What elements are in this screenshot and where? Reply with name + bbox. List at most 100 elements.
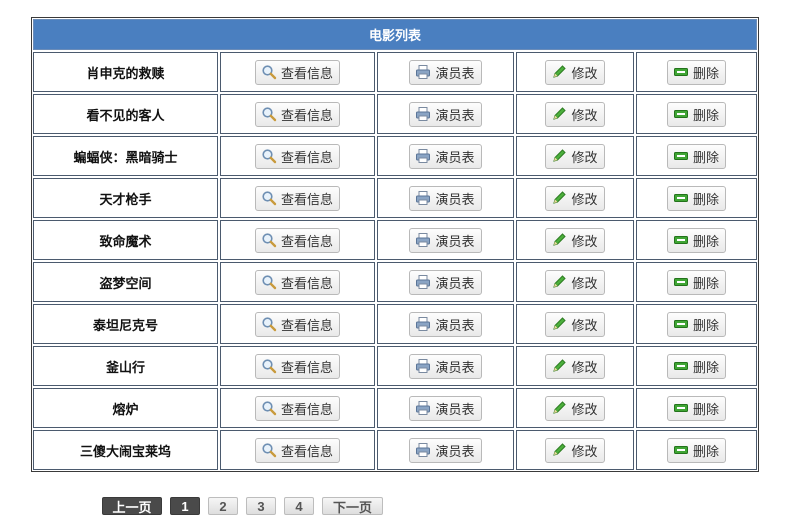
cast-list-button-label: 演员表 <box>435 149 475 165</box>
view-info-button-label: 查看信息 <box>280 275 333 291</box>
view-info-button[interactable]: 查看信息 <box>254 227 340 253</box>
cast-list-button[interactable]: 演员表 <box>409 395 482 421</box>
delete-button[interactable]: 删除 <box>666 227 726 253</box>
view-info-button[interactable]: 查看信息 <box>254 395 340 421</box>
cast-list-button-label: 演员表 <box>435 233 475 249</box>
edit-cell: 修改 <box>516 178 634 218</box>
delete-cell: 删除 <box>636 346 757 386</box>
delete-button[interactable]: 删除 <box>666 437 726 463</box>
pagination: 上一页 1 2 3 4 下一页 <box>102 497 391 515</box>
edit-button[interactable]: 修改 <box>545 353 605 379</box>
edit-button[interactable]: 修改 <box>545 395 605 421</box>
edit-button[interactable]: 修改 <box>545 143 605 169</box>
delete-button[interactable]: 删除 <box>666 143 726 169</box>
edit-button[interactable]: 修改 <box>545 227 605 253</box>
movie-title: 盗梦空间 <box>33 262 218 302</box>
minus-icon <box>673 64 689 80</box>
cast-list-button[interactable]: 演员表 <box>409 227 482 253</box>
delete-button[interactable]: 删除 <box>666 101 726 127</box>
cast-list-button[interactable]: 演员表 <box>409 269 482 295</box>
view-info-button[interactable]: 查看信息 <box>254 185 340 211</box>
view-info-button-label: 查看信息 <box>280 359 333 375</box>
edit-button-label: 修改 <box>571 149 598 165</box>
info-cell: 查看信息 <box>220 430 375 470</box>
view-info-button[interactable]: 查看信息 <box>254 143 340 169</box>
delete-cell: 删除 <box>636 52 757 92</box>
minus-icon <box>673 358 689 374</box>
cast-list-button[interactable]: 演员表 <box>409 143 482 169</box>
minus-icon <box>673 106 689 122</box>
pencil-icon <box>551 316 567 332</box>
page-1-button[interactable]: 1 <box>170 497 200 515</box>
edit-cell: 修改 <box>516 304 634 344</box>
next-page-button[interactable]: 下一页 <box>322 497 383 515</box>
edit-button-label: 修改 <box>571 401 598 417</box>
view-info-button-label: 查看信息 <box>280 233 333 249</box>
info-cell: 查看信息 <box>220 220 375 260</box>
magnifier-icon <box>261 400 277 416</box>
table-row: 泰坦尼克号 查看信息 演员表 修改 删除 <box>33 304 757 344</box>
delete-button[interactable]: 删除 <box>666 185 726 211</box>
delete-button[interactable]: 删除 <box>666 269 726 295</box>
view-info-button[interactable]: 查看信息 <box>254 59 340 85</box>
edit-cell: 修改 <box>516 262 634 302</box>
page-2-button[interactable]: 2 <box>208 497 238 515</box>
delete-cell: 删除 <box>636 178 757 218</box>
edit-cell: 修改 <box>516 388 634 428</box>
page-3-button[interactable]: 3 <box>246 497 276 515</box>
delete-button[interactable]: 删除 <box>666 59 726 85</box>
delete-button[interactable]: 删除 <box>666 353 726 379</box>
prev-page-button[interactable]: 上一页 <box>102 497 162 515</box>
edit-cell: 修改 <box>516 220 634 260</box>
movie-table: 电影列表 肖申克的救赎 查看信息 演员表 修改 删除 看不见的客人 查看信息 演员表 修改 删除蝙… <box>31 17 759 472</box>
cast-list-button[interactable]: 演员表 <box>409 101 482 127</box>
pencil-icon <box>551 358 567 374</box>
edit-cell: 修改 <box>516 346 634 386</box>
info-cell: 查看信息 <box>220 262 375 302</box>
cast-list-button[interactable]: 演员表 <box>409 185 482 211</box>
edit-button[interactable]: 修改 <box>545 59 605 85</box>
view-info-button[interactable]: 查看信息 <box>254 269 340 295</box>
edit-button[interactable]: 修改 <box>545 311 605 337</box>
cast-list-button-label: 演员表 <box>435 359 475 375</box>
cast-list-button[interactable]: 演员表 <box>409 59 482 85</box>
view-info-button-label: 查看信息 <box>280 149 333 165</box>
movie-title: 肖申克的救赎 <box>33 52 218 92</box>
edit-button[interactable]: 修改 <box>545 437 605 463</box>
pencil-icon <box>551 106 567 122</box>
edit-button[interactable]: 修改 <box>545 101 605 127</box>
delete-button-label: 删除 <box>692 401 719 417</box>
cast-cell: 演员表 <box>377 136 514 176</box>
printer-icon <box>415 442 431 458</box>
movie-title: 致命魔术 <box>33 220 218 260</box>
cast-list-button-label: 演员表 <box>435 401 475 417</box>
magnifier-icon <box>261 232 277 248</box>
table-body: 肖申克的救赎 查看信息 演员表 修改 删除 看不见的客人 查看信息 演员表 修改 删除 蝙蝠侠：黑暗… <box>33 52 757 470</box>
view-info-button[interactable]: 查看信息 <box>254 311 340 337</box>
page-4-button[interactable]: 4 <box>284 497 314 515</box>
table-row: 蝙蝠侠：黑暗骑士 查看信息 演员表 修改 删除 <box>33 136 757 176</box>
delete-button-label: 删除 <box>692 107 719 123</box>
cast-list-button[interactable]: 演员表 <box>409 437 482 463</box>
cast-list-button[interactable]: 演员表 <box>409 353 482 379</box>
pencil-icon <box>551 232 567 248</box>
delete-cell: 删除 <box>636 220 757 260</box>
view-info-button[interactable]: 查看信息 <box>254 353 340 379</box>
delete-button[interactable]: 删除 <box>666 395 726 421</box>
edit-button[interactable]: 修改 <box>545 269 605 295</box>
delete-cell: 删除 <box>636 430 757 470</box>
view-info-button-label: 查看信息 <box>280 401 333 417</box>
info-cell: 查看信息 <box>220 94 375 134</box>
printer-icon <box>415 358 431 374</box>
edit-button[interactable]: 修改 <box>545 185 605 211</box>
edit-button-label: 修改 <box>571 317 598 333</box>
edit-cell: 修改 <box>516 136 634 176</box>
delete-button-label: 删除 <box>692 191 719 207</box>
cast-list-button-label: 演员表 <box>435 107 475 123</box>
view-info-button[interactable]: 查看信息 <box>254 101 340 127</box>
view-info-button[interactable]: 查看信息 <box>254 437 340 463</box>
delete-button-label: 删除 <box>692 359 719 375</box>
delete-button-label: 删除 <box>692 65 719 81</box>
cast-list-button[interactable]: 演员表 <box>409 311 482 337</box>
delete-button[interactable]: 删除 <box>666 311 726 337</box>
